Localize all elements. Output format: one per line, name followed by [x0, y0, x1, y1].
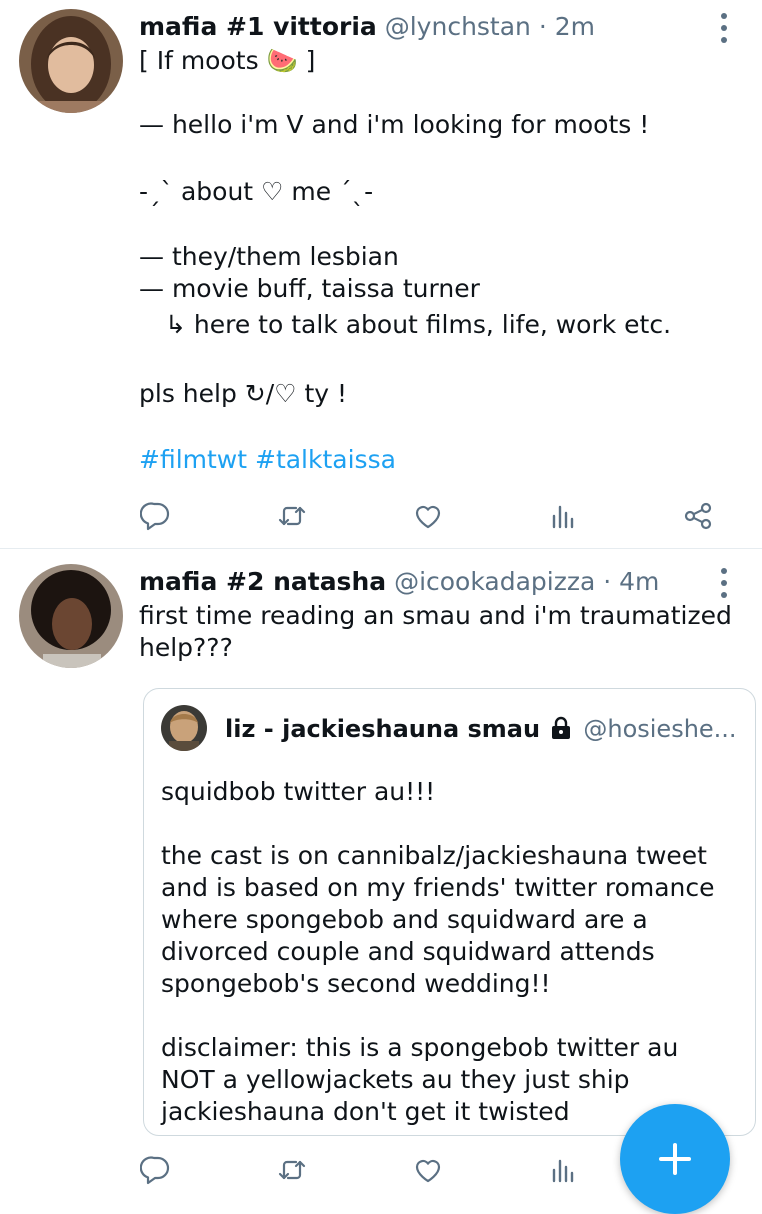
- tweet-header: mafia #2 natasha @icookadapizza · 4m: [139, 566, 659, 598]
- compose-plus-icon: [659, 1143, 691, 1175]
- quoted-line: where spongebob and squidward are a: [161, 905, 648, 934]
- tweet-line: help???: [139, 633, 233, 662]
- timestamp[interactable]: 2m: [555, 12, 595, 41]
- tweet-2[interactable]: mafia #2 natasha @icookadapizza · 4m fir…: [0, 549, 762, 1200]
- analytics-icon[interactable]: [543, 496, 583, 536]
- tweet-line: [ If moots 🍉 ]: [139, 46, 316, 75]
- display-name[interactable]: mafia #2 natasha: [139, 567, 386, 596]
- tweet-line: — movie buff, taissa turner: [139, 274, 480, 303]
- quoted-line: squidbob twitter au!!!: [161, 777, 436, 806]
- quoted-display-name: liz - jackieshauna smau: [225, 715, 541, 743]
- tweet-line: ↳ here to talk about films, life, work e…: [165, 310, 672, 339]
- avatar[interactable]: [19, 564, 123, 668]
- quoted-line: spongebob's second wedding!!: [161, 969, 551, 998]
- handle[interactable]: @icookadapizza: [394, 567, 595, 596]
- tweet-line: — hello i'm V and i'm looking for moots …: [139, 110, 650, 139]
- reply-icon[interactable]: [136, 496, 176, 536]
- quoted-line: the cast is on cannibalz/jackieshauna tw…: [161, 841, 707, 870]
- quoted-handle: @hosieshe...: [583, 715, 737, 743]
- retweet-icon[interactable]: [272, 1150, 312, 1190]
- like-icon[interactable]: [408, 1150, 448, 1190]
- separator-dot: ·: [538, 12, 547, 41]
- reply-icon[interactable]: [136, 1150, 176, 1190]
- like-icon[interactable]: [408, 496, 448, 536]
- quoted-line: divorced couple and squidward attends: [161, 937, 655, 966]
- timestamp[interactable]: 4m: [619, 567, 659, 596]
- tweet-line: -ˏˋ about ♡ me ˊˎ-: [139, 177, 374, 206]
- more-options-icon[interactable]: [720, 568, 728, 598]
- quoted-line: and is based on my friends' twitter roma…: [161, 873, 715, 902]
- tweet-line: first time reading an smau and i'm traum…: [139, 601, 732, 630]
- quoted-line: jackieshauna don't get it twisted: [161, 1097, 570, 1126]
- tweet-line: — they/them lesbian: [139, 242, 399, 271]
- avatar[interactable]: [19, 9, 123, 113]
- tweet-header: mafia #1 vittoria @lynchstan · 2m: [139, 11, 595, 43]
- handle[interactable]: @lynchstan: [385, 12, 531, 41]
- lock-icon: [551, 716, 570, 739]
- compose-button[interactable]: [620, 1104, 730, 1214]
- separator-dot: ·: [603, 567, 612, 596]
- quoted-line: NOT a yellowjackets au they just ship: [161, 1065, 630, 1094]
- quoted-avatar: [161, 705, 207, 751]
- tweet-line: pls help ↻/♡ ty !: [139, 379, 348, 408]
- quoted-header: liz - jackieshauna smau @hosieshe...: [225, 713, 737, 745]
- quoted-tweet[interactable]: liz - jackieshauna smau @hosieshe... squ…: [143, 688, 756, 1136]
- more-options-icon[interactable]: [720, 13, 728, 43]
- analytics-icon[interactable]: [543, 1150, 583, 1190]
- tweet-1[interactable]: mafia #1 vittoria @lynchstan · 2m [ If m…: [0, 0, 762, 549]
- display-name[interactable]: mafia #1 vittoria: [139, 12, 377, 41]
- retweet-icon[interactable]: [272, 496, 312, 536]
- hashtags-link[interactable]: #filmtwt #talktaissa: [139, 444, 396, 476]
- tweet-actions: [0, 496, 762, 536]
- share-icon[interactable]: [678, 496, 718, 536]
- quoted-line: disclaimer: this is a spongebob twitter …: [161, 1033, 679, 1062]
